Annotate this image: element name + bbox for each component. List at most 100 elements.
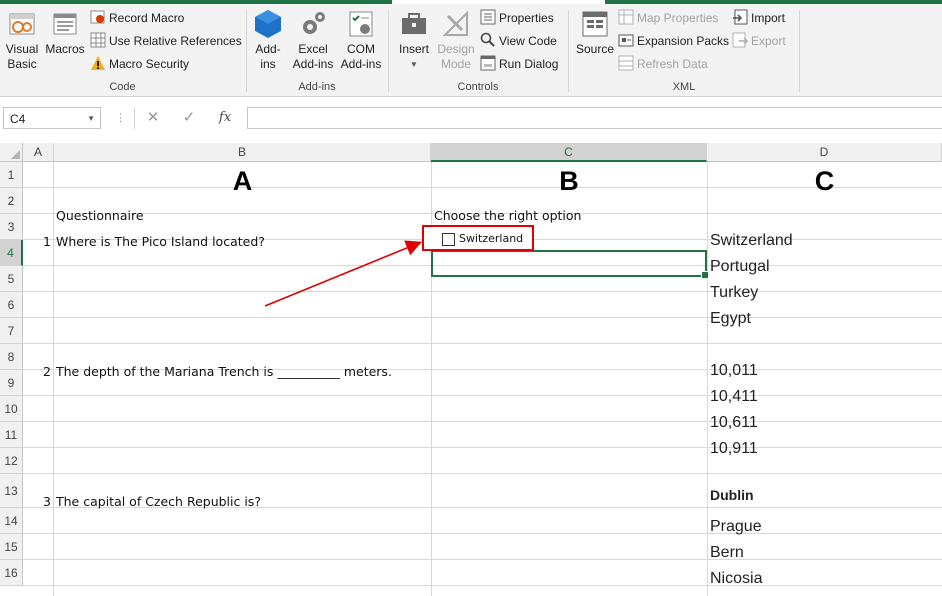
cell-d11[interactable]: 10,911 — [710, 440, 758, 458]
row-header-11[interactable]: 11 — [0, 422, 23, 448]
design-mode-label-1: Design — [437, 42, 475, 56]
addins-button[interactable]: Add- ins — [250, 8, 286, 72]
gear-icon — [297, 8, 329, 40]
cell-d6[interactable]: Egypt — [710, 310, 751, 328]
cell-d9[interactable]: 10,411 — [710, 388, 758, 406]
group-divider — [246, 10, 247, 92]
run-dialog-icon — [480, 55, 496, 71]
name-box[interactable]: C4 ▼ — [3, 107, 101, 129]
row-header-12[interactable]: 12 — [0, 448, 23, 474]
column-header-c[interactable]: C — [431, 143, 707, 162]
row-header-5[interactable]: 5 — [0, 266, 23, 292]
controls-group: Insert ▼ Design Mode Properties View Cod… — [390, 4, 566, 96]
cancel-icon[interactable]: ✕ — [143, 107, 163, 129]
name-box-value: C4 — [10, 112, 26, 126]
cell-d13[interactable]: Dublin — [710, 487, 754, 503]
row-header-16[interactable]: 16 — [0, 560, 23, 586]
expansion-packs-icon — [618, 32, 634, 48]
import-button[interactable]: Import — [732, 8, 785, 28]
excel-addins-button[interactable]: Excel Add-ins — [290, 8, 336, 72]
cell-d15[interactable]: Bern — [710, 544, 744, 562]
row-header-3[interactable]: 3 — [0, 214, 23, 240]
controls-group-label: Controls — [457, 81, 499, 93]
cell-a3[interactable]: 1 — [24, 234, 51, 249]
row-header-1[interactable]: 1 — [0, 162, 23, 188]
row-header-4[interactable]: 4 — [0, 240, 23, 266]
warning-icon — [90, 55, 106, 71]
cell-b8[interactable]: The depth of the Mariana Trench is _____… — [56, 364, 392, 379]
row-header-2[interactable]: 2 — [0, 188, 23, 214]
visual-basic-button[interactable]: Visual Basic — [2, 8, 42, 72]
checkbox-label: Switzerland — [459, 232, 524, 245]
run-dialog-label: Run Dialog — [499, 57, 559, 71]
design-mode-button[interactable]: Design Mode — [434, 8, 478, 72]
source-button[interactable]: Source — [574, 8, 616, 57]
select-all-button[interactable] — [0, 143, 23, 162]
view-code-label: View Code — [499, 34, 557, 48]
checkbox-icon[interactable] — [442, 233, 455, 246]
row-header-13[interactable]: 13 — [0, 474, 23, 508]
cell-c1[interactable]: B — [431, 165, 707, 197]
column-gridline — [53, 162, 54, 596]
cell-d4[interactable]: Portugal — [710, 258, 770, 276]
addins-icon — [252, 8, 284, 40]
run-dialog-button[interactable]: Run Dialog — [480, 54, 558, 74]
column-header-d[interactable]: D — [707, 143, 942, 162]
row-gridline — [23, 533, 942, 534]
row-gridline — [23, 473, 942, 474]
cell-d16[interactable]: Nicosia — [710, 570, 762, 588]
properties-button[interactable]: Properties — [480, 8, 554, 28]
cell-d14[interactable]: Prague — [710, 518, 762, 536]
design-mode-label-2: Mode — [440, 57, 472, 71]
insert-control-button[interactable]: Insert ▼ — [394, 8, 434, 72]
cell-d5[interactable]: Turkey — [710, 284, 758, 302]
map-properties-icon — [618, 9, 634, 25]
cell-a13[interactable]: 3 — [24, 494, 51, 509]
cell-d10[interactable]: 10,611 — [710, 414, 758, 432]
cell-d1[interactable]: C — [707, 165, 942, 197]
record-macro-button[interactable]: Record Macro — [90, 8, 184, 28]
insert-label: Insert — [398, 42, 429, 56]
view-code-button[interactable]: View Code — [480, 31, 557, 51]
cell-a8[interactable]: 2 — [24, 364, 51, 379]
column-header-b[interactable]: B — [54, 143, 431, 162]
cell-b13[interactable]: The capital of Czech Republic is? — [56, 494, 261, 509]
cell-b3[interactable]: Where is The Pico Island located? — [56, 234, 265, 249]
cell-b2[interactable]: Questionnaire — [56, 208, 144, 223]
cell-b1[interactable]: A — [54, 165, 431, 197]
column-header-a[interactable]: A — [23, 143, 54, 162]
com-addins-button[interactable]: COM Add-ins — [338, 8, 384, 72]
row-header-9[interactable]: 9 — [0, 370, 23, 396]
checkbox-form-control[interactable]: Switzerland — [422, 225, 534, 251]
refresh-data-button[interactable]: Refresh Data — [618, 54, 708, 74]
visual-basic-label-2: Basic — [7, 57, 37, 71]
expansion-packs-button[interactable]: Expansion Packs — [618, 31, 729, 51]
enter-icon[interactable]: ✓ — [179, 107, 199, 129]
row-gridline — [23, 343, 942, 344]
row-gridline — [23, 291, 942, 292]
row-header-8[interactable]: 8 — [0, 344, 23, 370]
formula-input[interactable] — [247, 107, 942, 129]
use-relative-references-label: Use Relative References — [109, 34, 242, 48]
cell-c2[interactable]: Choose the right option — [434, 208, 581, 223]
addins-label-2: ins — [260, 57, 276, 71]
row-gridline — [23, 265, 942, 266]
more-options-icon: ⋮ — [115, 112, 126, 124]
macro-security-label: Macro Security — [109, 57, 190, 71]
cell-d8[interactable]: 10,011 — [710, 362, 758, 380]
row-header-6[interactable]: 6 — [0, 292, 23, 318]
row-header-15[interactable]: 15 — [0, 534, 23, 560]
row-header-14[interactable]: 14 — [0, 508, 23, 534]
row-header-7[interactable]: 7 — [0, 318, 23, 344]
addins-group: Add- ins Excel Add-ins COM Add-ins Add-i… — [248, 4, 386, 96]
map-properties-button[interactable]: Map Properties — [618, 8, 718, 28]
macros-button[interactable]: Macros — [44, 8, 86, 57]
chevron-down-icon: ▼ — [410, 60, 418, 69]
export-button[interactable]: Export — [732, 31, 786, 51]
cell-d3[interactable]: Switzerland — [710, 232, 793, 250]
row-header-10[interactable]: 10 — [0, 396, 23, 422]
chevron-down-icon[interactable]: ▼ — [87, 108, 95, 130]
insert-function-icon[interactable]: fx — [215, 107, 235, 129]
macro-security-button[interactable]: Macro Security — [90, 54, 189, 74]
use-relative-references-button[interactable]: Use Relative References — [90, 31, 242, 51]
